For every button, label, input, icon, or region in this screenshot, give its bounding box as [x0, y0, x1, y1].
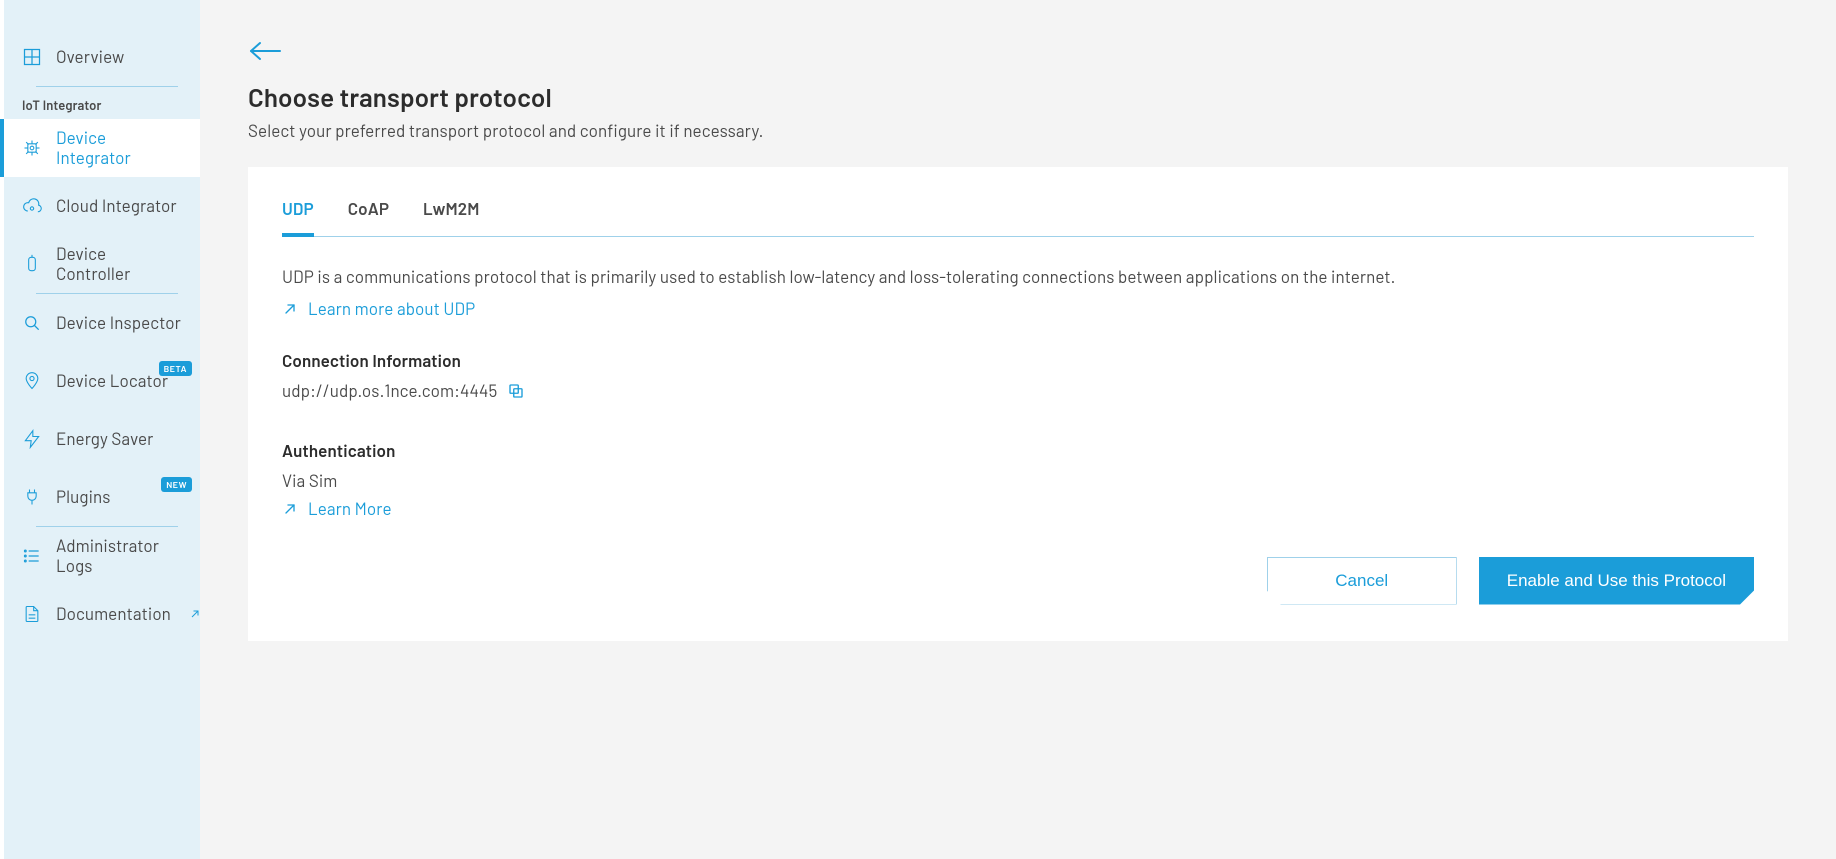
sidebar-item-documentation[interactable]: Documentation	[0, 585, 200, 643]
sidebar-item-label: Device Integrator	[56, 128, 184, 169]
sidebar-item-label: Energy Saver	[56, 429, 184, 449]
sidebar: Overview IoT Integrator Device Integrato…	[0, 0, 200, 859]
document-icon	[22, 604, 42, 624]
copy-button[interactable]	[507, 382, 525, 400]
sidebar-item-label: Cloud Integrator	[56, 196, 184, 216]
page-subtitle: Select your preferred transport protocol…	[248, 121, 1788, 141]
sidebar-item-device-integrator[interactable]: Device Integrator	[0, 119, 200, 177]
cloud-gear-icon	[22, 196, 42, 216]
sidebar-section-label: IoT Integrator	[4, 87, 200, 119]
link-label: Learn more about UDP	[308, 299, 475, 319]
pin-icon	[22, 371, 42, 391]
sidebar-item-device-inspector[interactable]: Device Inspector	[0, 294, 200, 352]
bolt-icon	[22, 429, 42, 449]
sidebar-item-label: Device Inspector	[56, 313, 184, 333]
tab-coap[interactable]: CoAP	[348, 199, 389, 237]
main-content: Choose transport protocol Select your pr…	[200, 0, 1836, 859]
search-icon	[22, 313, 42, 333]
list-icon	[22, 546, 42, 566]
sidebar-item-label: Documentation	[56, 604, 171, 624]
grid-icon	[22, 47, 42, 67]
chip-icon	[22, 138, 42, 158]
tab-udp[interactable]: UDP	[282, 199, 314, 237]
sidebar-item-cloud-integrator[interactable]: Cloud Integrator	[0, 177, 200, 235]
controller-icon	[22, 254, 42, 274]
new-badge: NEW	[161, 477, 192, 492]
button-row: Cancel Enable and Use this Protocol	[282, 557, 1754, 605]
sidebar-item-label: Overview	[56, 47, 184, 67]
sidebar-item-overview[interactable]: Overview	[0, 28, 200, 86]
learn-more-udp-link[interactable]: Learn more about UDP	[282, 299, 475, 319]
sidebar-item-plugins[interactable]: Plugins NEW	[0, 468, 200, 526]
connection-url: udp://udp.os.1nce.com:4445	[282, 381, 497, 401]
sidebar-item-energy-saver[interactable]: Energy Saver	[0, 410, 200, 468]
link-label: Learn More	[308, 499, 392, 519]
protocol-tabs: UDP CoAP LwM2M	[282, 199, 1754, 237]
plug-icon	[22, 487, 42, 507]
learn-more-auth-link[interactable]: Learn More	[282, 499, 392, 519]
protocol-card: UDP CoAP LwM2M UDP is a communications p…	[248, 167, 1788, 641]
cancel-button[interactable]: Cancel	[1267, 557, 1457, 605]
sidebar-item-admin-logs[interactable]: Administrator Logs	[0, 527, 200, 585]
connection-row: udp://udp.os.1nce.com:4445	[282, 381, 1754, 401]
tab-lwm2m[interactable]: LwM2M	[423, 199, 479, 237]
connection-heading: Connection Information	[282, 351, 1754, 371]
external-link-icon	[189, 608, 201, 620]
auth-value: Via Sim	[282, 471, 1754, 491]
beta-badge: BETA	[159, 361, 192, 376]
auth-heading: Authentication	[282, 441, 1754, 461]
enable-button[interactable]: Enable and Use this Protocol	[1479, 557, 1754, 605]
sidebar-item-device-controller[interactable]: Device Controller	[0, 235, 200, 293]
sidebar-item-label: Device Controller	[56, 244, 184, 285]
protocol-description: UDP is a communications protocol that is…	[282, 265, 1754, 291]
page-title: Choose transport protocol	[248, 82, 1788, 113]
sidebar-item-device-locator[interactable]: Device Locator BETA	[0, 352, 200, 410]
sidebar-item-label: Administrator Logs	[56, 536, 184, 577]
back-button[interactable]	[248, 40, 282, 62]
